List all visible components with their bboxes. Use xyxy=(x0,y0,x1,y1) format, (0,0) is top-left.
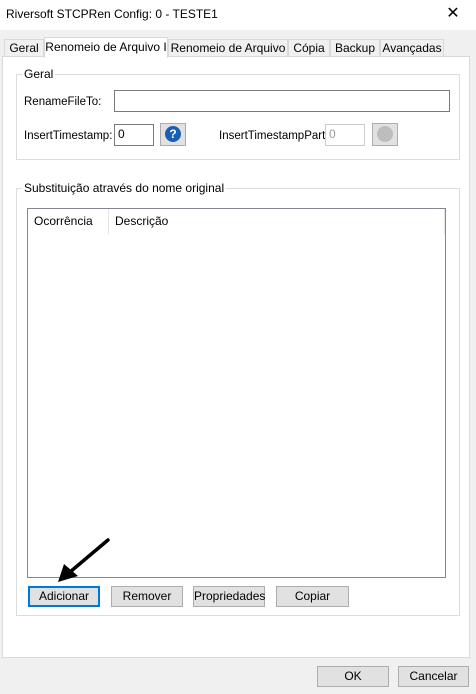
column-descricao[interactable]: Descrição xyxy=(109,209,439,234)
column-ocorrencia[interactable]: Ocorrência xyxy=(28,209,109,234)
geral-legend: Geral xyxy=(22,67,56,81)
close-icon[interactable]: ✕ xyxy=(430,0,476,30)
ok-button[interactable]: OK xyxy=(317,666,389,687)
help-button-disabled[interactable] xyxy=(372,123,398,146)
add-button[interactable]: Adicionar xyxy=(28,586,100,607)
timestamp-part-label: InsertTimestampPart: xyxy=(219,130,329,142)
properties-button[interactable]: Propriedades xyxy=(193,586,265,607)
tab-backup[interactable]: Backup xyxy=(330,39,380,56)
help-button[interactable]: ? xyxy=(160,123,186,146)
timestamp-part-field[interactable]: 0 xyxy=(325,124,365,146)
cancel-button[interactable]: Cancelar xyxy=(398,666,469,687)
copy-button[interactable]: Copiar xyxy=(276,586,349,607)
subst-legend: Substituição através do nome original xyxy=(22,181,227,195)
title-bar: Riversoft STCPRen Config: 0 - TESTE1 ✕ xyxy=(0,0,476,30)
timestamp-label: InsertTimestamp: xyxy=(24,130,113,142)
window-title: Riversoft STCPRen Config: 0 - TESTE1 xyxy=(6,7,218,21)
tab-copia[interactable]: Cópia xyxy=(288,39,330,56)
tab-strip: Geral Renomeio de Arquivo I Renomeio de … xyxy=(0,37,476,71)
tab-avancadas[interactable]: Avançadas xyxy=(380,39,444,56)
occurrence-list[interactable]: Ocorrência Descrição xyxy=(27,208,446,578)
rename-field[interactable] xyxy=(114,90,450,112)
help-disabled-icon xyxy=(377,126,393,142)
tab-renomeio-1[interactable]: Renomeio de Arquivo I xyxy=(44,37,168,58)
help-icon: ? xyxy=(165,126,181,142)
rename-label: RenameFileTo: xyxy=(24,96,102,108)
remove-button[interactable]: Remover xyxy=(111,586,183,607)
tab-geral[interactable]: Geral xyxy=(4,39,44,56)
header-divider xyxy=(444,209,445,234)
geral-groupbox xyxy=(16,74,460,160)
tab-renomeio-2[interactable]: Renomeio de Arquivo II xyxy=(168,39,288,71)
pointer-arrow-icon xyxy=(58,538,110,582)
timestamp-field[interactable]: 0 xyxy=(114,124,154,146)
